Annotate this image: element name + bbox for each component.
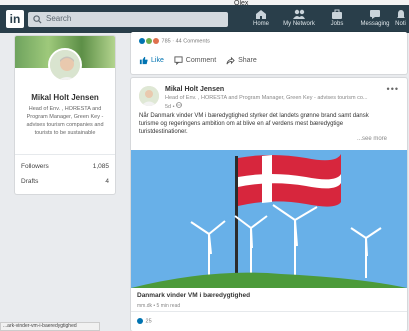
nav-my-network[interactable]: My Network xyxy=(280,9,318,29)
profile-name[interactable]: Mikal Holt Jensen xyxy=(15,93,115,102)
nav-my-network-label: My Network xyxy=(283,21,315,27)
jobs-icon xyxy=(332,9,342,19)
linkedin-topbar: in Search Home My Network Jobs Messaging… xyxy=(0,5,409,33)
author-portrait-icon xyxy=(139,86,159,106)
nav-notifications-label: Noti xyxy=(395,21,406,27)
love-reaction-icon xyxy=(153,38,159,44)
search-input[interactable]: Search xyxy=(28,12,228,27)
see-more-link[interactable]: ...see more xyxy=(357,136,387,142)
share-button[interactable]: Share xyxy=(226,56,257,65)
drafts-row[interactable]: Drafts 4 xyxy=(21,178,109,185)
followers-row[interactable]: Followers 1,085 xyxy=(21,163,109,170)
like-label: Like xyxy=(151,57,164,64)
thumbs-up-icon xyxy=(139,56,148,65)
linkedin-logo[interactable]: in xyxy=(6,10,24,28)
drafts-count: 4 xyxy=(105,178,109,185)
notifications-icon xyxy=(396,10,405,18)
like-reaction-icon xyxy=(139,38,145,44)
messaging-icon xyxy=(370,10,380,19)
post-likes-count: 25 xyxy=(145,318,152,325)
nav-messaging-label: Messaging xyxy=(360,21,390,27)
reactions-summary[interactable]: 785 · 44 Comments xyxy=(139,38,210,44)
post-card: Mikal Holt Jensen Head of Env. , HORESTA… xyxy=(131,78,407,331)
nav-jobs[interactable]: Jobs xyxy=(318,9,356,29)
comment-button[interactable]: Comment xyxy=(174,56,216,65)
globe-icon xyxy=(176,102,183,108)
article-image[interactable] xyxy=(131,150,407,288)
share-label: Share xyxy=(238,57,257,64)
profile-divider xyxy=(15,154,115,155)
post-actions: Like Comment Share xyxy=(139,56,265,67)
nav-jobs-label: Jobs xyxy=(330,21,344,27)
avatar-portrait-icon xyxy=(50,50,80,80)
post-author-avatar[interactable] xyxy=(139,86,159,106)
post-text: Når Danmark vinder VM i bæredygtighed st… xyxy=(139,113,369,135)
post-author-name[interactable]: Mikal Holt Jensen xyxy=(165,86,224,93)
followers-count: 1,085 xyxy=(92,163,109,170)
previous-post-card: 785 · 44 Comments Like Comment Share xyxy=(131,32,407,74)
profile-headline: Head of Env. , HORESTA and Program Manag… xyxy=(26,106,104,136)
comment-icon xyxy=(174,56,183,65)
like-reaction-icon xyxy=(137,318,143,324)
celebrate-reaction-icon xyxy=(146,38,152,44)
followers-label: Followers xyxy=(21,163,49,170)
nav-notifications[interactable]: Noti xyxy=(392,9,409,29)
profile-card: Mikal Holt Jensen Head of Env. , HORESTA… xyxy=(15,36,115,194)
home-icon xyxy=(256,10,266,19)
flag-windmills-illustration xyxy=(131,150,407,288)
post-time: 5d • xyxy=(165,102,183,110)
post-time-text: 5d • xyxy=(165,104,175,110)
share-icon xyxy=(226,56,235,65)
reactions-count: 785 · 44 Comments xyxy=(161,38,210,45)
nav-home-label: Home xyxy=(252,21,269,27)
nav-messaging[interactable]: Messaging xyxy=(356,9,394,29)
like-button[interactable]: Like xyxy=(139,56,164,65)
post-divider xyxy=(131,311,407,312)
network-icon xyxy=(293,9,305,19)
article-meta: mm.dk • 5 min read xyxy=(137,303,181,309)
browser-status-url: ...ark-vinder-vm-i-baeredygtighed xyxy=(0,322,100,331)
more-options-icon[interactable]: ••• xyxy=(387,84,399,94)
comment-label: Comment xyxy=(185,57,217,64)
post-likes[interactable]: 25 xyxy=(137,318,152,324)
search-icon xyxy=(33,15,42,24)
avatar[interactable] xyxy=(48,48,82,82)
article-title[interactable]: Danmark vinder VM i bæredygtighed xyxy=(137,292,250,299)
nav-home[interactable]: Home xyxy=(242,9,280,29)
post-author-headline: Head of Env. , HORESTA and Program Manag… xyxy=(165,95,368,101)
drafts-label: Drafts xyxy=(21,178,39,185)
search-placeholder: Search xyxy=(46,14,72,23)
